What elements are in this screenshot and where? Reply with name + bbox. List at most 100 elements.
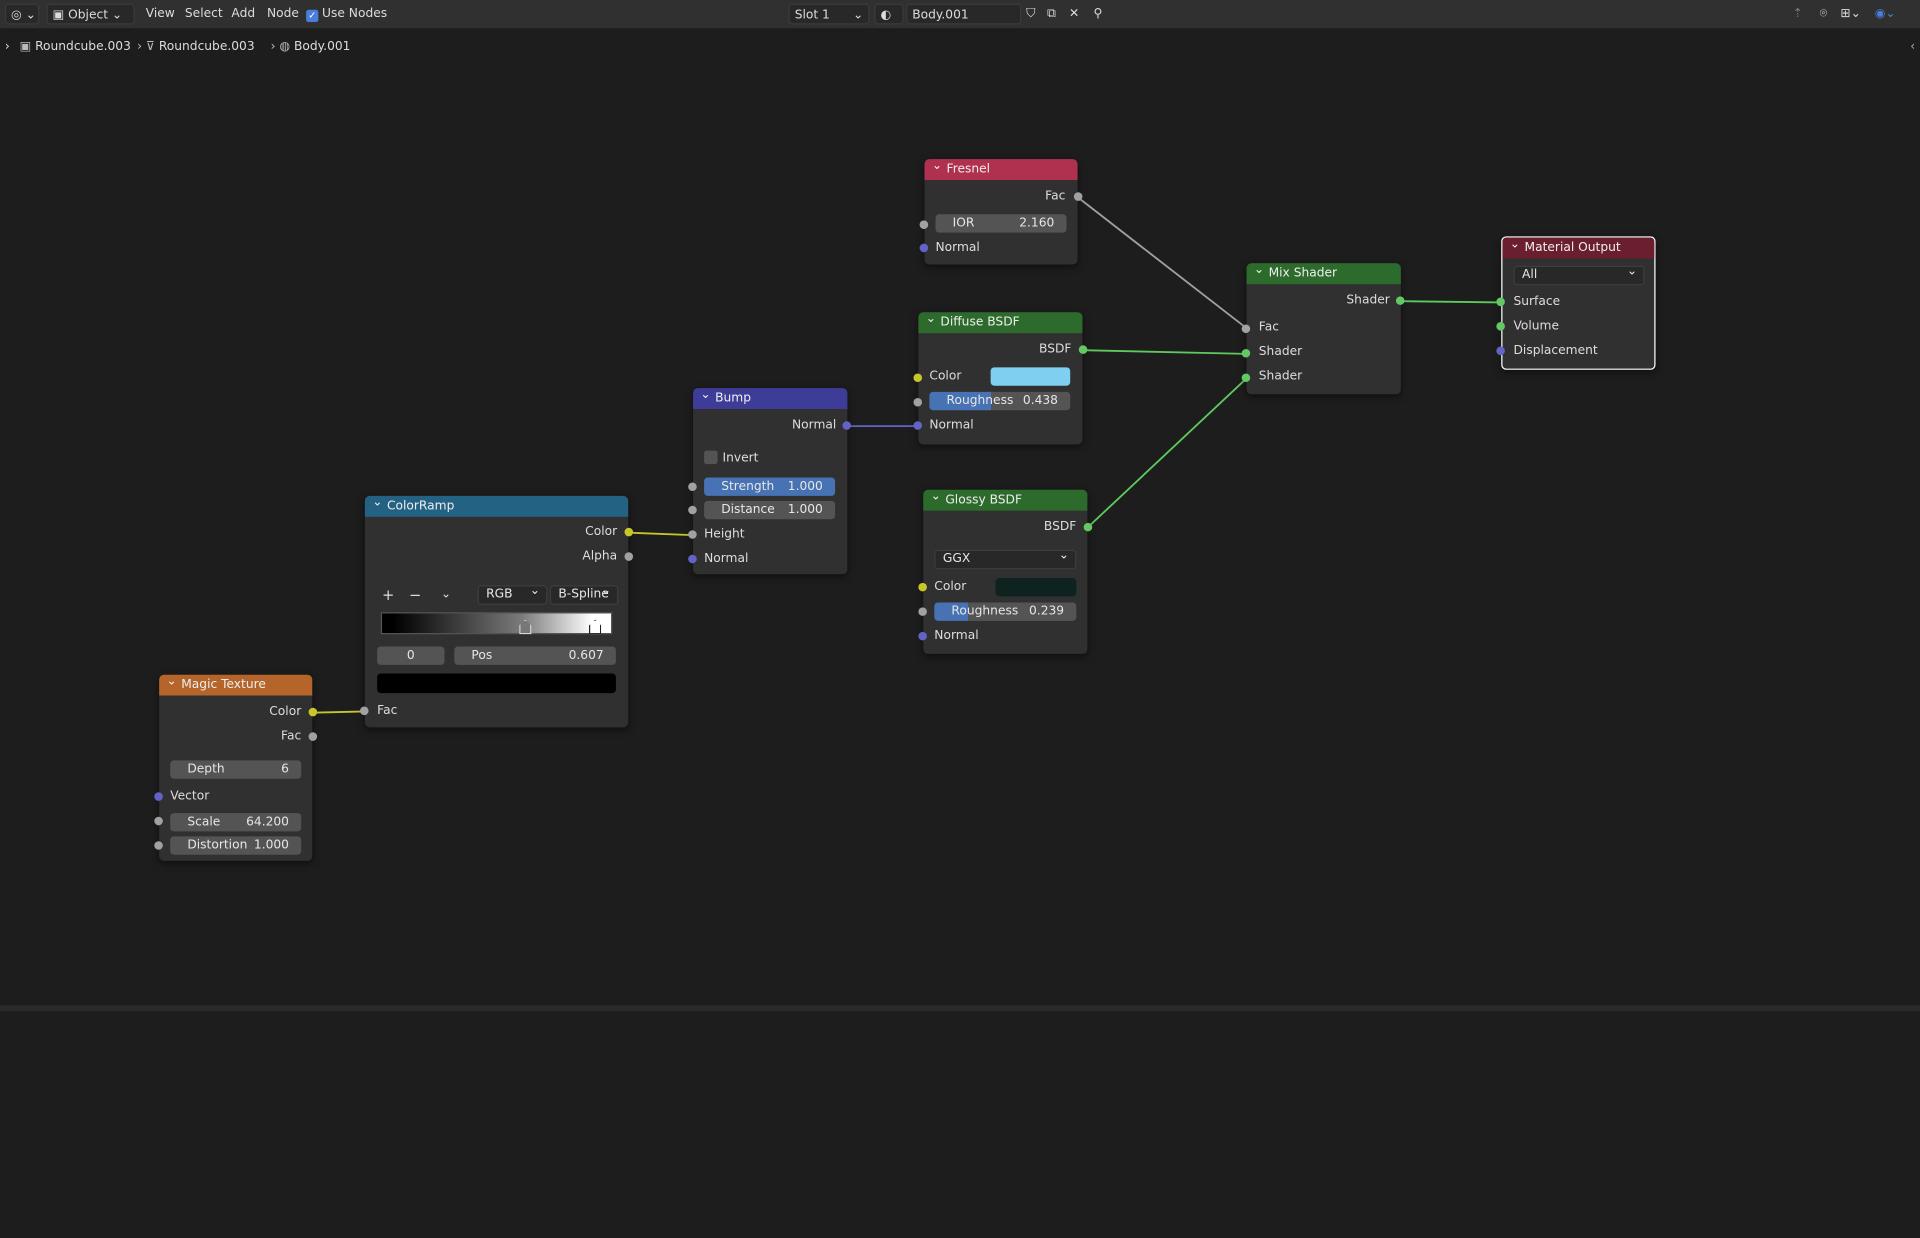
magic-texture-header[interactable]: Magic Texture [159,671,313,696]
magic-distortion-socket[interactable] [154,841,163,850]
bump-strength-socket[interactable] [688,482,697,492]
magic-scale-socket[interactable] [154,816,163,826]
bump-height-label: Height [704,527,745,542]
diffuse-color-socket[interactable] [913,373,923,383]
glossy-bsdf-node[interactable]: Glossy BSDF BSDF GGX Color Roughness 0.23… [923,486,1088,654]
output-displacement-label: Displacement [1513,344,1598,358]
ior-value: 2.160 [1019,216,1055,231]
bump-invert-label: Invert [722,451,759,466]
colorramp-node[interactable]: ColorRamp Color Alpha + − ⌄ RGB B-Spline… [364,492,629,728]
remove-stop-button[interactable]: − [409,587,421,604]
ramp-stop-active-marker[interactable] [519,619,532,635]
mix-shader-output-label: Shader [1346,293,1390,308]
glossy-normal-label: Normal [934,629,979,643]
stop-position-field[interactable]: Pos 0.607 [454,646,616,665]
glossy-color-swatch[interactable] [995,577,1077,597]
fresnel-node-header[interactable]: Fresnel [924,156,1078,181]
material-output-header[interactable]: Material Output [1502,234,1655,259]
output-volume-socket[interactable] [1496,322,1505,331]
mix-shader1-socket[interactable] [1241,348,1251,358]
diffuse-roughness-label: Roughness [946,394,1014,408]
magic-scale-label: Scale [187,815,221,829]
color-ramp-gradient[interactable] [380,612,613,635]
bump-distance-value: 1.000 [787,503,823,517]
bump-distance-socket[interactable] [688,505,697,515]
glossy-distribution-dropdown[interactable]: GGX [934,547,1077,570]
bump-normal-output-label: Normal [792,418,837,433]
bump-invert-checkbox[interactable]: Invert [704,450,759,468]
magic-texture-node[interactable]: Magic Texture Color Fac Depth 6 Vector Sc… [159,671,313,861]
output-surface-label: Surface [1513,295,1561,309]
fresnel-ior-socket[interactable] [919,220,929,229]
bump-header[interactable]: Bump [693,384,848,409]
link-mix-output [1400,300,1502,304]
magic-vector-socket[interactable] [154,792,163,801]
output-surface-socket[interactable] [1496,297,1505,307]
colorramp-color-output-label: Color [585,525,618,539]
active-stop-index[interactable]: 0 [377,646,445,665]
stop-position-label: Pos [471,648,493,663]
fresnel-fac-output-socket[interactable] [1073,192,1083,201]
bump-strength-label: Strength [721,480,775,494]
diffuse-bsdf-output-socket[interactable] [1078,345,1088,354]
colorramp-header[interactable]: ColorRamp [364,492,629,517]
ior-field[interactable]: IOR 2.160 [935,214,1067,233]
diffuse-bsdf-header[interactable]: Diffuse BSDF [918,309,1083,334]
glossy-normal-socket[interactable] [918,631,927,641]
colorramp-alpha-output-socket[interactable] [624,552,634,561]
magic-distortion-field[interactable]: Distortion 1.000 [170,836,302,855]
magic-depth-value: 6 [281,762,289,777]
diffuse-bsdf-output-label: BSDF [1039,342,1072,357]
bump-strength-slider[interactable]: Strength 1.000 [704,477,836,496]
stop-color-swatch[interactable] [377,673,616,694]
glossy-color-socket[interactable] [918,582,927,592]
mix-shader-node[interactable]: Mix Shader Shader Fac Shader Shader [1246,260,1401,395]
glossy-bsdf-header[interactable]: Glossy BSDF [923,486,1088,511]
output-target-dropdown[interactable]: All [1513,263,1645,286]
bump-node[interactable]: Bump Normal Invert Strength 1.000 Distanc… [693,384,848,575]
glossy-bsdf-output-label: BSDF [1043,520,1077,534]
diffuse-roughness-socket[interactable] [913,397,923,407]
material-output-node[interactable]: Material Output All Surface Volume Displ… [1501,234,1656,370]
bump-normal-output-socket[interactable] [842,421,852,430]
fresnel-normal-socket[interactable] [919,243,929,253]
bump-distance-field[interactable]: Distance 1.000 [704,500,836,520]
interpolation-dropdown[interactable]: B-Spline [549,583,619,605]
diffuse-color-swatch[interactable] [990,367,1071,386]
glossy-color-label: Color [934,580,967,594]
bump-distance-label: Distance [721,503,775,517]
magic-fac-output-socket[interactable] [308,732,318,741]
bump-height-socket[interactable] [688,530,697,539]
glossy-roughness-socket[interactable] [918,607,927,616]
sidebar-toggle-icon[interactable]: ‹ [1910,40,1915,53]
fresnel-node[interactable]: Fresnel Fac IOR 2.160 Normal [924,156,1078,265]
mix-shader2-socket[interactable] [1241,373,1251,383]
output-displacement-socket[interactable] [1496,346,1505,356]
glossy-roughness-slider[interactable]: Roughness 0.239 [934,602,1077,621]
magic-scale-field[interactable]: Scale 64.200 [170,813,302,832]
color-mode-dropdown[interactable]: RGB [477,583,548,605]
diffuse-roughness-slider[interactable]: Roughness 0.438 [929,391,1071,411]
add-stop-button[interactable]: + [382,587,394,604]
glossy-roughness-value: 0.239 [1029,604,1065,619]
bump-strength-value: 1.000 [787,480,823,494]
diffuse-color-label: Color [929,369,962,384]
mix-shader-header[interactable]: Mix Shader [1246,260,1401,285]
link-ramp-bump [628,531,694,537]
glossy-roughness-label: Roughness [951,604,1019,619]
diffuse-bsdf-node[interactable]: Diffuse BSDF BSDF Color Roughness 0.438 N… [918,309,1083,445]
glossy-bsdf-output-socket[interactable] [1083,522,1093,532]
mix-shader-output-socket[interactable] [1395,296,1405,305]
ramp-menu-chevron-icon[interactable]: ⌄ [441,587,451,604]
colorramp-fac-socket[interactable] [360,706,369,716]
magic-depth-field[interactable]: Depth 6 [170,760,302,779]
fresnel-normal-input-label: Normal [935,241,980,255]
diffuse-normal-socket[interactable] [913,421,923,430]
diffuse-normal-label: Normal [929,418,974,433]
mix-fac-socket[interactable] [1241,324,1251,334]
ramp-stop-white-marker[interactable] [588,619,602,635]
magic-color-output-socket[interactable] [308,707,318,717]
bump-normal-socket[interactable] [688,554,697,564]
colorramp-color-output-socket[interactable] [624,527,634,537]
mix-shader2-label: Shader [1258,369,1303,384]
